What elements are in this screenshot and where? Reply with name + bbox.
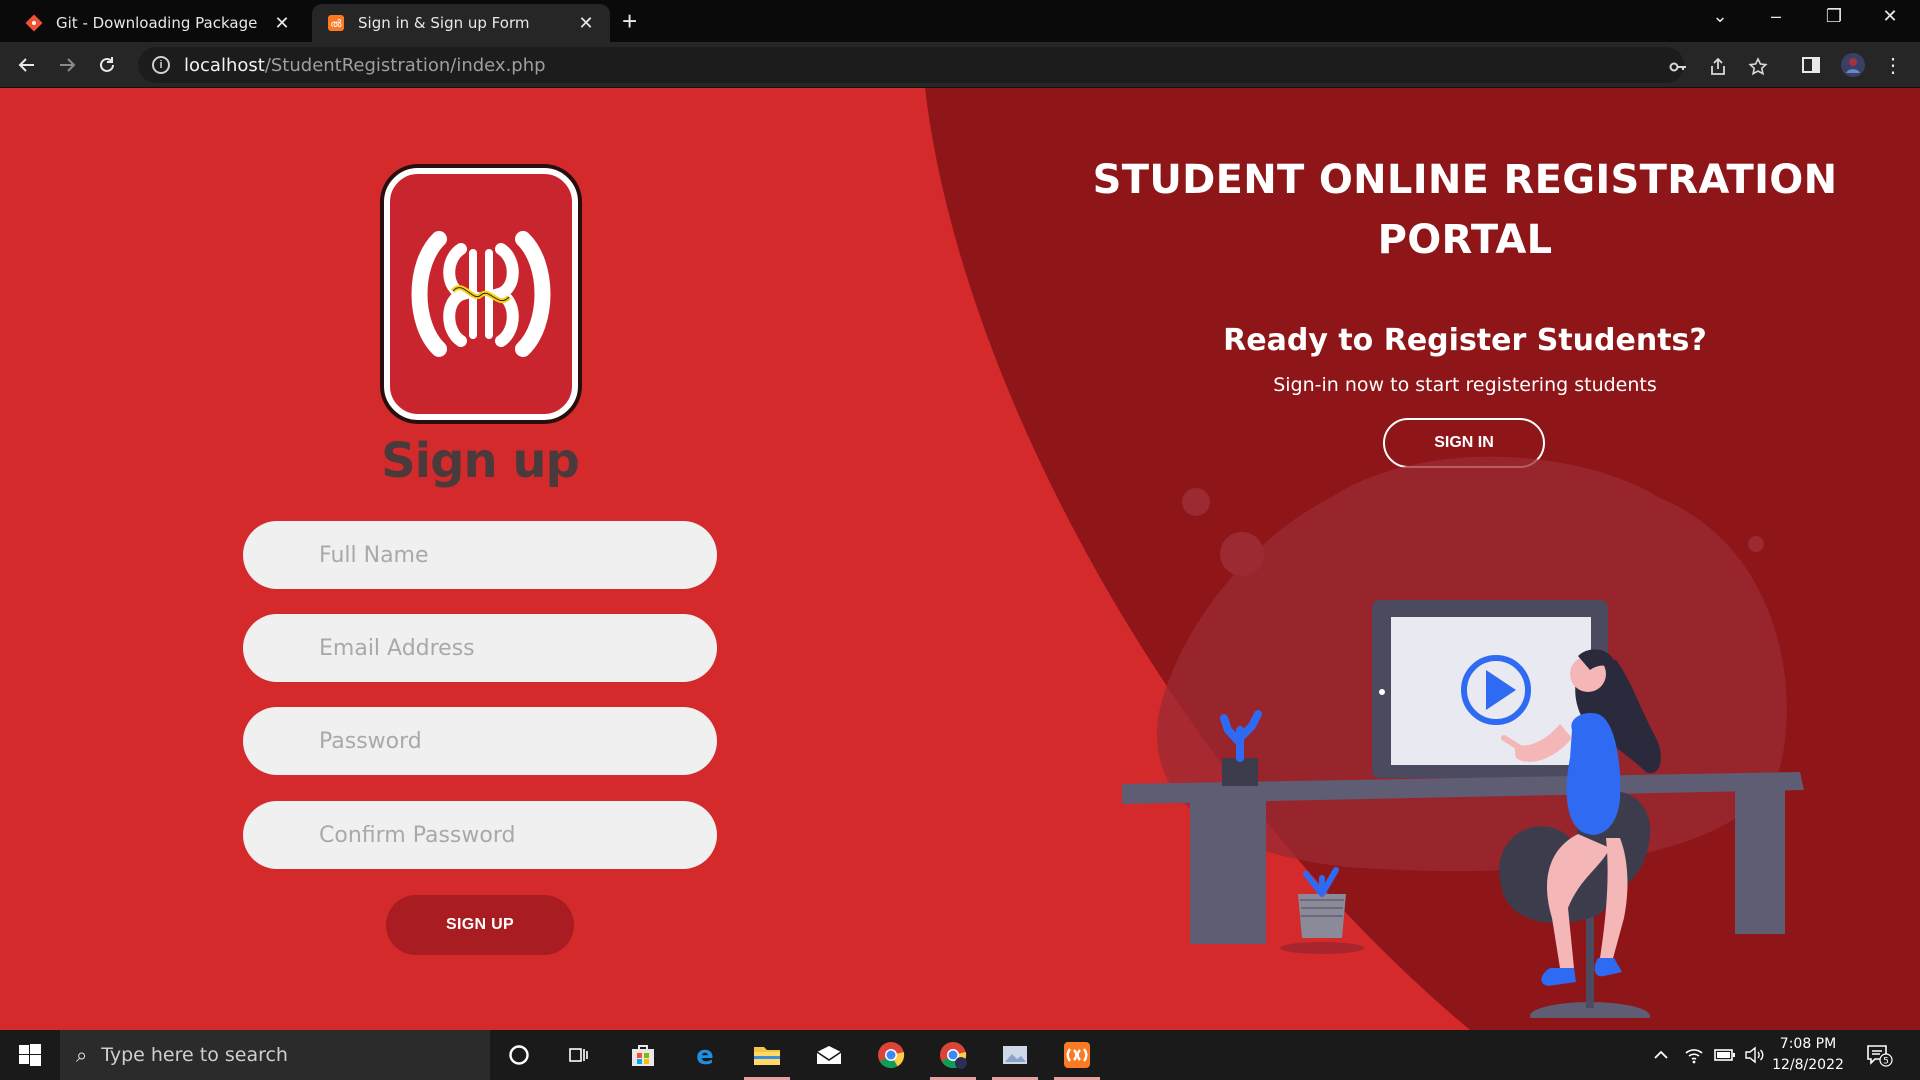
- signup-heading: Sign up: [381, 433, 580, 489]
- url-path: /StudentRegistration/index.php: [264, 54, 546, 76]
- chrome-icon[interactable]: [862, 1030, 920, 1080]
- windows-start-icon[interactable]: [0, 1030, 60, 1080]
- task-view-icon[interactable]: [550, 1030, 608, 1080]
- signin-subtext: Sign-in now to start registering student…: [1273, 374, 1657, 396]
- chevron-down-icon[interactable]: ⌄: [1706, 6, 1734, 34]
- password-field[interactable]: [243, 707, 717, 775]
- logo-emblem-icon: [411, 231, 551, 357]
- signin-heading: Ready to Register Students?: [1223, 323, 1707, 358]
- restore-icon[interactable]: ❐: [1820, 6, 1848, 34]
- side-panel-icon[interactable]: [1796, 50, 1826, 80]
- profile-avatar[interactable]: [1838, 50, 1868, 80]
- back-arrow-icon[interactable]: [12, 50, 42, 80]
- address-bar[interactable]: i localhost/StudentRegistration/index.ph…: [138, 47, 1768, 83]
- more-menu-icon[interactable]: ⋮: [1878, 50, 1908, 80]
- photos-app-icon[interactable]: [986, 1030, 1044, 1080]
- confirm-password-field[interactable]: [243, 801, 717, 869]
- reload-icon[interactable]: [92, 50, 122, 80]
- new-tab-button[interactable]: +: [622, 6, 637, 37]
- signup-button[interactable]: SIGN UP: [386, 895, 574, 955]
- cortana-icon[interactable]: [490, 1030, 548, 1080]
- clock-time: 7:08 PM: [1779, 1036, 1837, 1052]
- browser-tab-bar: Git - Downloading Package ✕ ൽ Sign in & …: [0, 0, 1920, 42]
- key-icon[interactable]: [1666, 55, 1690, 79]
- svg-text:ൽ: ൽ: [330, 19, 342, 30]
- forward-arrow-icon[interactable]: [52, 50, 82, 80]
- xampp-icon[interactable]: [1048, 1030, 1106, 1080]
- battery-icon[interactable]: [1714, 1030, 1736, 1080]
- minimize-icon[interactable]: –: [1762, 6, 1790, 34]
- chrome-profile-icon[interactable]: [924, 1030, 982, 1080]
- clock-date: 12/8/2022: [1772, 1057, 1844, 1073]
- window-close-icon[interactable]: ✕: [1876, 6, 1904, 34]
- tab-git-download[interactable]: Git - Downloading Package ✕: [10, 4, 306, 42]
- search-placeholder: Type here to search: [101, 1044, 288, 1066]
- site-info-icon[interactable]: i: [152, 56, 170, 74]
- xampp-icon: ൽ: [326, 13, 346, 33]
- notification-center-icon[interactable]: 5: [1866, 1030, 1894, 1080]
- taskbar-clock[interactable]: 7:08 PM 12/8/2022: [1762, 1034, 1854, 1076]
- wifi-icon[interactable]: [1684, 1030, 1704, 1080]
- volume-icon[interactable]: [1744, 1030, 1764, 1080]
- tab-title: Sign in & Sign up Form: [358, 14, 530, 32]
- edge-icon[interactable]: e: [676, 1030, 734, 1080]
- portal-logo: [384, 168, 578, 420]
- bookmark-star-icon[interactable]: [1746, 55, 1770, 79]
- mail-icon[interactable]: [800, 1030, 858, 1080]
- notification-count: 5: [1883, 1057, 1889, 1067]
- browser-toolbar: i localhost/StudentRegistration/index.ph…: [0, 42, 1920, 88]
- git-icon: [24, 13, 44, 33]
- file-explorer-icon[interactable]: [738, 1030, 796, 1080]
- tab-signin-signup[interactable]: ൽ Sign in & Sign up Form ✕: [312, 4, 610, 42]
- portal-title: STUDENT ONLINE REGISTRATION PORTAL: [1092, 157, 1838, 263]
- windows-taskbar: ⌕ Type here to search e 7:08 PM 12/8/202…: [0, 1030, 1920, 1080]
- url-host: localhost: [184, 54, 265, 76]
- share-icon[interactable]: [1706, 55, 1730, 79]
- student-at-computer-illustration: [1122, 456, 1804, 1018]
- full-name-field[interactable]: [243, 521, 717, 589]
- microsoft-store-icon[interactable]: [614, 1030, 672, 1080]
- close-icon[interactable]: ✕: [576, 13, 596, 34]
- search-icon: ⌕: [76, 1043, 88, 1067]
- tab-title: Git - Downloading Package: [56, 14, 258, 32]
- show-hidden-icons-chevron[interactable]: [1652, 1030, 1670, 1080]
- close-icon[interactable]: ✕: [272, 13, 292, 34]
- email-field[interactable]: [243, 614, 717, 682]
- svg-text:e: e: [696, 1042, 714, 1068]
- registration-page: Sign up SIGN UP STUDENT ONLINE REGISTRAT…: [0, 88, 1920, 1030]
- taskbar-search-box[interactable]: ⌕ Type here to search: [60, 1030, 490, 1080]
